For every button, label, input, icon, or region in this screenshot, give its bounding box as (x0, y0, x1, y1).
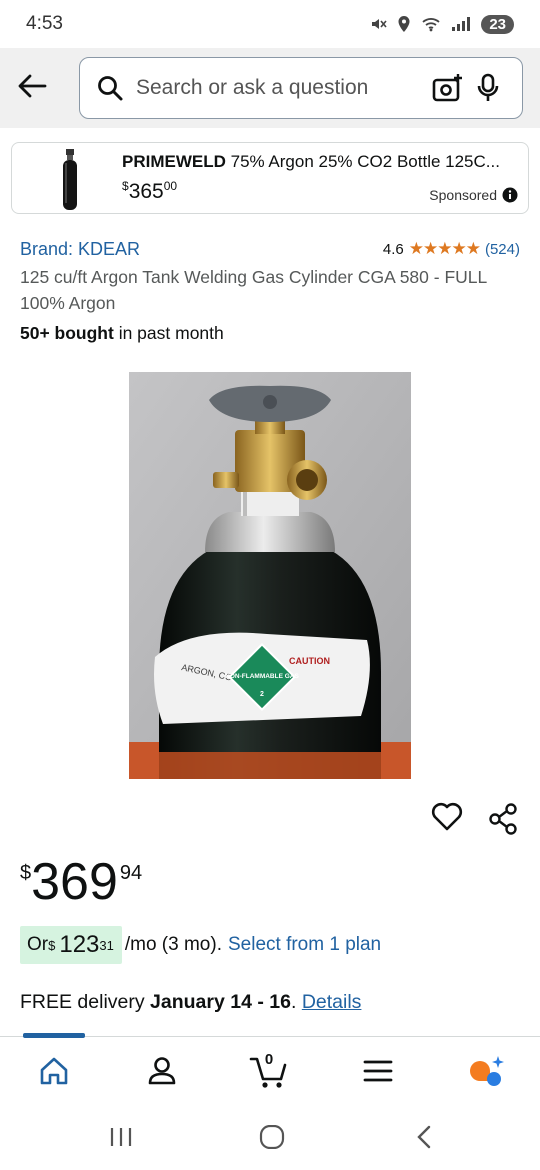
search-placeholder: Search or ask a question (136, 76, 369, 99)
nav-menu[interactable] (353, 1049, 403, 1093)
wifi-icon (422, 18, 440, 32)
bottom-navigation: 0 (0, 1033, 540, 1104)
recent-apps-icon (110, 1128, 132, 1146)
home-icon (40, 1057, 68, 1085)
label-nonflammable: NON-FLAMMABLE GAS (225, 673, 299, 680)
share-button[interactable] (486, 800, 520, 838)
voice-search-button[interactable] (468, 68, 508, 108)
battery-indicator: 23 (481, 14, 514, 34)
home-circle-icon (259, 1125, 285, 1149)
sponsored-product-price: $36500 (122, 179, 178, 203)
installment-amount: Or $123 31 (20, 926, 122, 964)
cart-count: 0 (264, 1051, 274, 1068)
product-image[interactable]: ARGON, COMPRESSED CAUTION NON-FLAMMABLE … (129, 372, 411, 779)
search-header: Search or ask a question (0, 48, 540, 128)
search-icon (98, 76, 123, 101)
rating-value: 4.6 (382, 240, 404, 258)
installment-period: /mo (3 mo). (124, 934, 222, 955)
installment-offer: Or $123 31 /mo (3 mo). Select from 1 plan (20, 926, 381, 964)
delivery-details-link[interactable]: Details (302, 991, 362, 1013)
nav-home[interactable] (29, 1049, 79, 1093)
microphone-icon (477, 73, 499, 101)
camera-icon (432, 74, 462, 102)
sponsored-product-title: PRIMEWELD 75% Argon 25% CO2 Bottle 125C.… (122, 152, 500, 171)
label-class: 2 (260, 691, 264, 698)
sponsored-label[interactable]: Sponsored (429, 187, 518, 203)
system-back-button[interactable] (404, 1122, 444, 1152)
product-rating[interactable]: 4.6 ★★★★★ (524) (383, 239, 520, 259)
search-input[interactable]: Search or ask a question (79, 57, 523, 119)
mute-icon (372, 19, 387, 29)
back-arrow-icon (18, 74, 47, 98)
add-to-list-button[interactable] (430, 800, 464, 834)
rating-stars-icon: ★★★★★ (408, 239, 481, 258)
bought-in-past-month: 50+ bought in past month (20, 323, 224, 343)
heart-icon (431, 802, 463, 831)
recent-apps-button[interactable] (101, 1122, 141, 1152)
sponsored-product-thumbnail (63, 149, 77, 210)
argon-cylinder-image: ARGON, COMPRESSED CAUTION NON-FLAMMABLE … (129, 372, 411, 779)
nav-account[interactable] (137, 1049, 187, 1093)
status-bar: 4:53 23 (0, 0, 540, 48)
status-icons: 23 (369, 14, 514, 34)
nav-cart[interactable]: 0 (244, 1049, 294, 1093)
sponsored-product-card[interactable]: PRIMEWELD 75% Argon 25% CO2 Bottle 125C.… (11, 142, 529, 214)
share-icon (489, 803, 517, 835)
system-navigation-bar (0, 1104, 540, 1170)
location-icon (398, 16, 410, 32)
product-title: 125 cu/ft Argon Tank Welding Gas Cylinde… (20, 267, 487, 313)
info-icon (502, 187, 518, 203)
camera-search-button[interactable] (428, 68, 468, 108)
delivery-info: FREE delivery January 14 - 16. Details (20, 991, 362, 1013)
nav-rufus-ai[interactable] (461, 1049, 511, 1093)
status-time: 4:53 (26, 13, 63, 34)
product-price: $369 94 (20, 853, 143, 911)
select-plan-link[interactable]: Select from 1 plan (228, 934, 381, 956)
signal-icon (452, 17, 471, 31)
label-caution: CAUTION (289, 656, 330, 666)
chevron-left-icon (417, 1125, 431, 1149)
brand-link[interactable]: Brand: KDEAR (20, 239, 140, 260)
home-system-button[interactable] (252, 1122, 292, 1152)
ai-assistant-icon (470, 1056, 504, 1086)
account-icon (148, 1057, 176, 1085)
back-button[interactable] (14, 68, 50, 104)
menu-icon (363, 1060, 393, 1082)
review-count: (524) (484, 240, 520, 258)
active-tab-indicator (23, 1033, 85, 1038)
